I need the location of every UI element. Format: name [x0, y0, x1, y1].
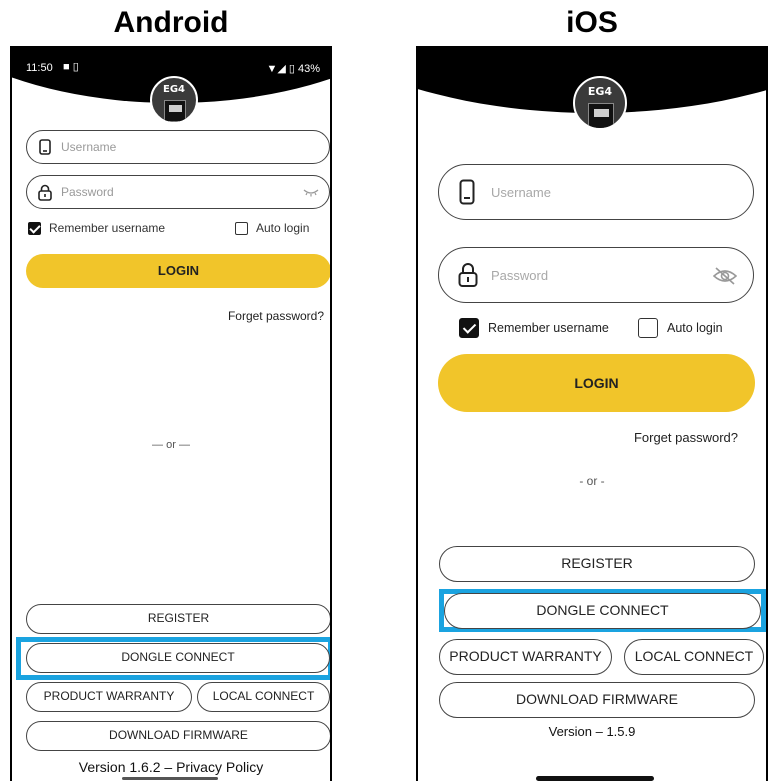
eg4-logo: EG4 [150, 76, 198, 124]
register-button[interactable]: REGISTER [26, 604, 330, 634]
remember-username-option[interactable]: Remember username [28, 221, 165, 235]
username-input[interactable] [491, 184, 753, 200]
version-privacy-text[interactable]: Version 1.6.2 – Privacy Policy [12, 759, 330, 775]
password-field[interactable] [26, 175, 330, 209]
padlock-icon [38, 184, 52, 201]
login-button[interactable]: LOGIN [26, 254, 330, 288]
logo-text: EG4 [163, 84, 185, 95]
download-firmware-button[interactable]: DOWNLOAD FIRMWARE [26, 721, 330, 751]
local-connect-button[interactable]: LOCAL CONNECT [197, 682, 330, 712]
username-input[interactable] [61, 140, 329, 154]
forget-password-link[interactable]: Forget password? [228, 309, 324, 323]
signal-battery-icons: ▼◢ ▯ 43% [266, 63, 320, 75]
inverter-icon [164, 100, 186, 122]
phone-icon [459, 179, 475, 205]
auto-login-label: Auto login [667, 321, 723, 335]
android-screen: 11:50 ■ ▯ ▼◢ ▯ 43% EG4 Remember us [10, 46, 332, 781]
local-connect-button[interactable]: LOCAL CONNECT [624, 639, 764, 675]
auto-login-checkbox[interactable] [638, 318, 658, 338]
status-time: 11:50 [26, 62, 53, 74]
inverter-icon [588, 103, 614, 128]
ios-screen: EG4 Remember username Auto login LOGIN [416, 46, 768, 781]
dongle-connect-button[interactable]: DONGLE CONNECT [444, 593, 761, 629]
product-warranty-button[interactable]: PRODUCT WARRANTY [26, 682, 192, 712]
remember-checkbox[interactable] [28, 221, 41, 235]
dongle-connect-button[interactable]: DONGLE CONNECT [26, 643, 330, 673]
ios-title: iOS [566, 6, 618, 39]
version-text: Version – 1.5.9 [548, 724, 636, 739]
register-button[interactable]: REGISTER [439, 546, 755, 582]
auto-login-checkbox[interactable] [235, 221, 248, 235]
username-field[interactable] [438, 164, 754, 220]
or-separator: - or - [579, 474, 605, 488]
product-warranty-button[interactable]: PRODUCT WARRANTY [439, 639, 612, 675]
logo-text: EG4 [587, 85, 613, 98]
padlock-icon [458, 263, 478, 287]
eye-slash-icon[interactable] [713, 267, 737, 285]
forget-password-link[interactable]: Forget password? [634, 430, 738, 445]
notification-icons: ■ ▯ [63, 61, 79, 73]
eye-closed-icon[interactable] [303, 187, 319, 197]
auto-login-option[interactable]: Auto login [235, 221, 309, 235]
remember-username-option[interactable]: Remember username [459, 318, 609, 338]
eg4-logo: EG4 [573, 76, 627, 130]
login-button[interactable]: LOGIN [438, 354, 755, 412]
phone-icon [39, 139, 51, 155]
remember-label: Remember username [49, 221, 166, 235]
remember-label: Remember username [488, 321, 609, 335]
android-title: Android [113, 6, 229, 39]
download-firmware-button[interactable]: DOWNLOAD FIRMWARE [439, 682, 755, 718]
auto-login-label: Auto login [256, 221, 310, 235]
auto-login-option[interactable]: Auto login [638, 318, 723, 338]
or-separator: — or — [152, 439, 190, 451]
remember-checkbox[interactable] [459, 318, 479, 338]
password-field[interactable] [438, 247, 754, 303]
nav-bar-handle[interactable] [122, 777, 218, 780]
home-indicator[interactable] [536, 776, 654, 781]
username-field[interactable] [26, 130, 330, 164]
password-input[interactable] [61, 185, 329, 199]
